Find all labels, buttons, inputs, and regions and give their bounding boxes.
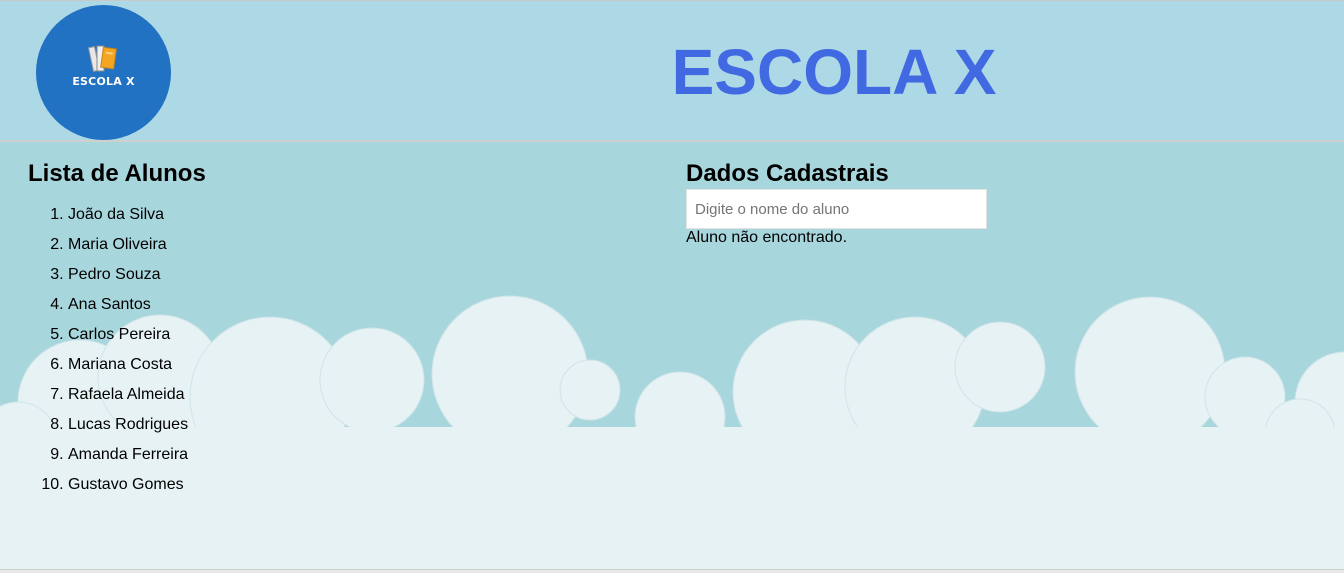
students-panel: Lista de Alunos João da Silva Maria Oliv…	[28, 160, 428, 500]
site-header: ESCOLA X ESCOLA X	[0, 0, 1344, 142]
student-item[interactable]: Pedro Souza	[68, 260, 428, 290]
register-panel: Dados Cadastrais Aluno não encontrado.	[686, 160, 1086, 247]
student-list: João da Silva Maria Oliveira Pedro Souza…	[28, 200, 428, 500]
books-icon	[87, 45, 117, 72]
bottom-divider	[0, 569, 1344, 573]
student-item[interactable]: Rafaela Almeida	[68, 380, 428, 410]
student-item[interactable]: Maria Oliveira	[68, 230, 428, 260]
student-item[interactable]: Ana Santos	[68, 290, 428, 320]
student-item[interactable]: Gustavo Gomes	[68, 470, 428, 500]
student-item[interactable]: João da Silva	[68, 200, 428, 230]
school-logo[interactable]: ESCOLA X	[36, 5, 171, 140]
student-item[interactable]: Amanda Ferreira	[68, 440, 428, 470]
student-search-input[interactable]	[686, 189, 987, 229]
site-title: ESCOLA X	[671, 36, 997, 108]
student-item[interactable]: Lucas Rodrigues	[68, 410, 428, 440]
student-item[interactable]: Carlos Pereira	[68, 320, 428, 350]
register-title: Dados Cadastrais	[686, 160, 889, 187]
student-item[interactable]: Mariana Costa	[68, 350, 428, 380]
search-status: Aluno não encontrado.	[686, 229, 848, 246]
main-content: Lista de Alunos João da Silva Maria Oliv…	[0, 144, 1344, 569]
students-title: Lista de Alunos	[28, 160, 206, 187]
logo-text: ESCOLA X	[72, 75, 135, 88]
